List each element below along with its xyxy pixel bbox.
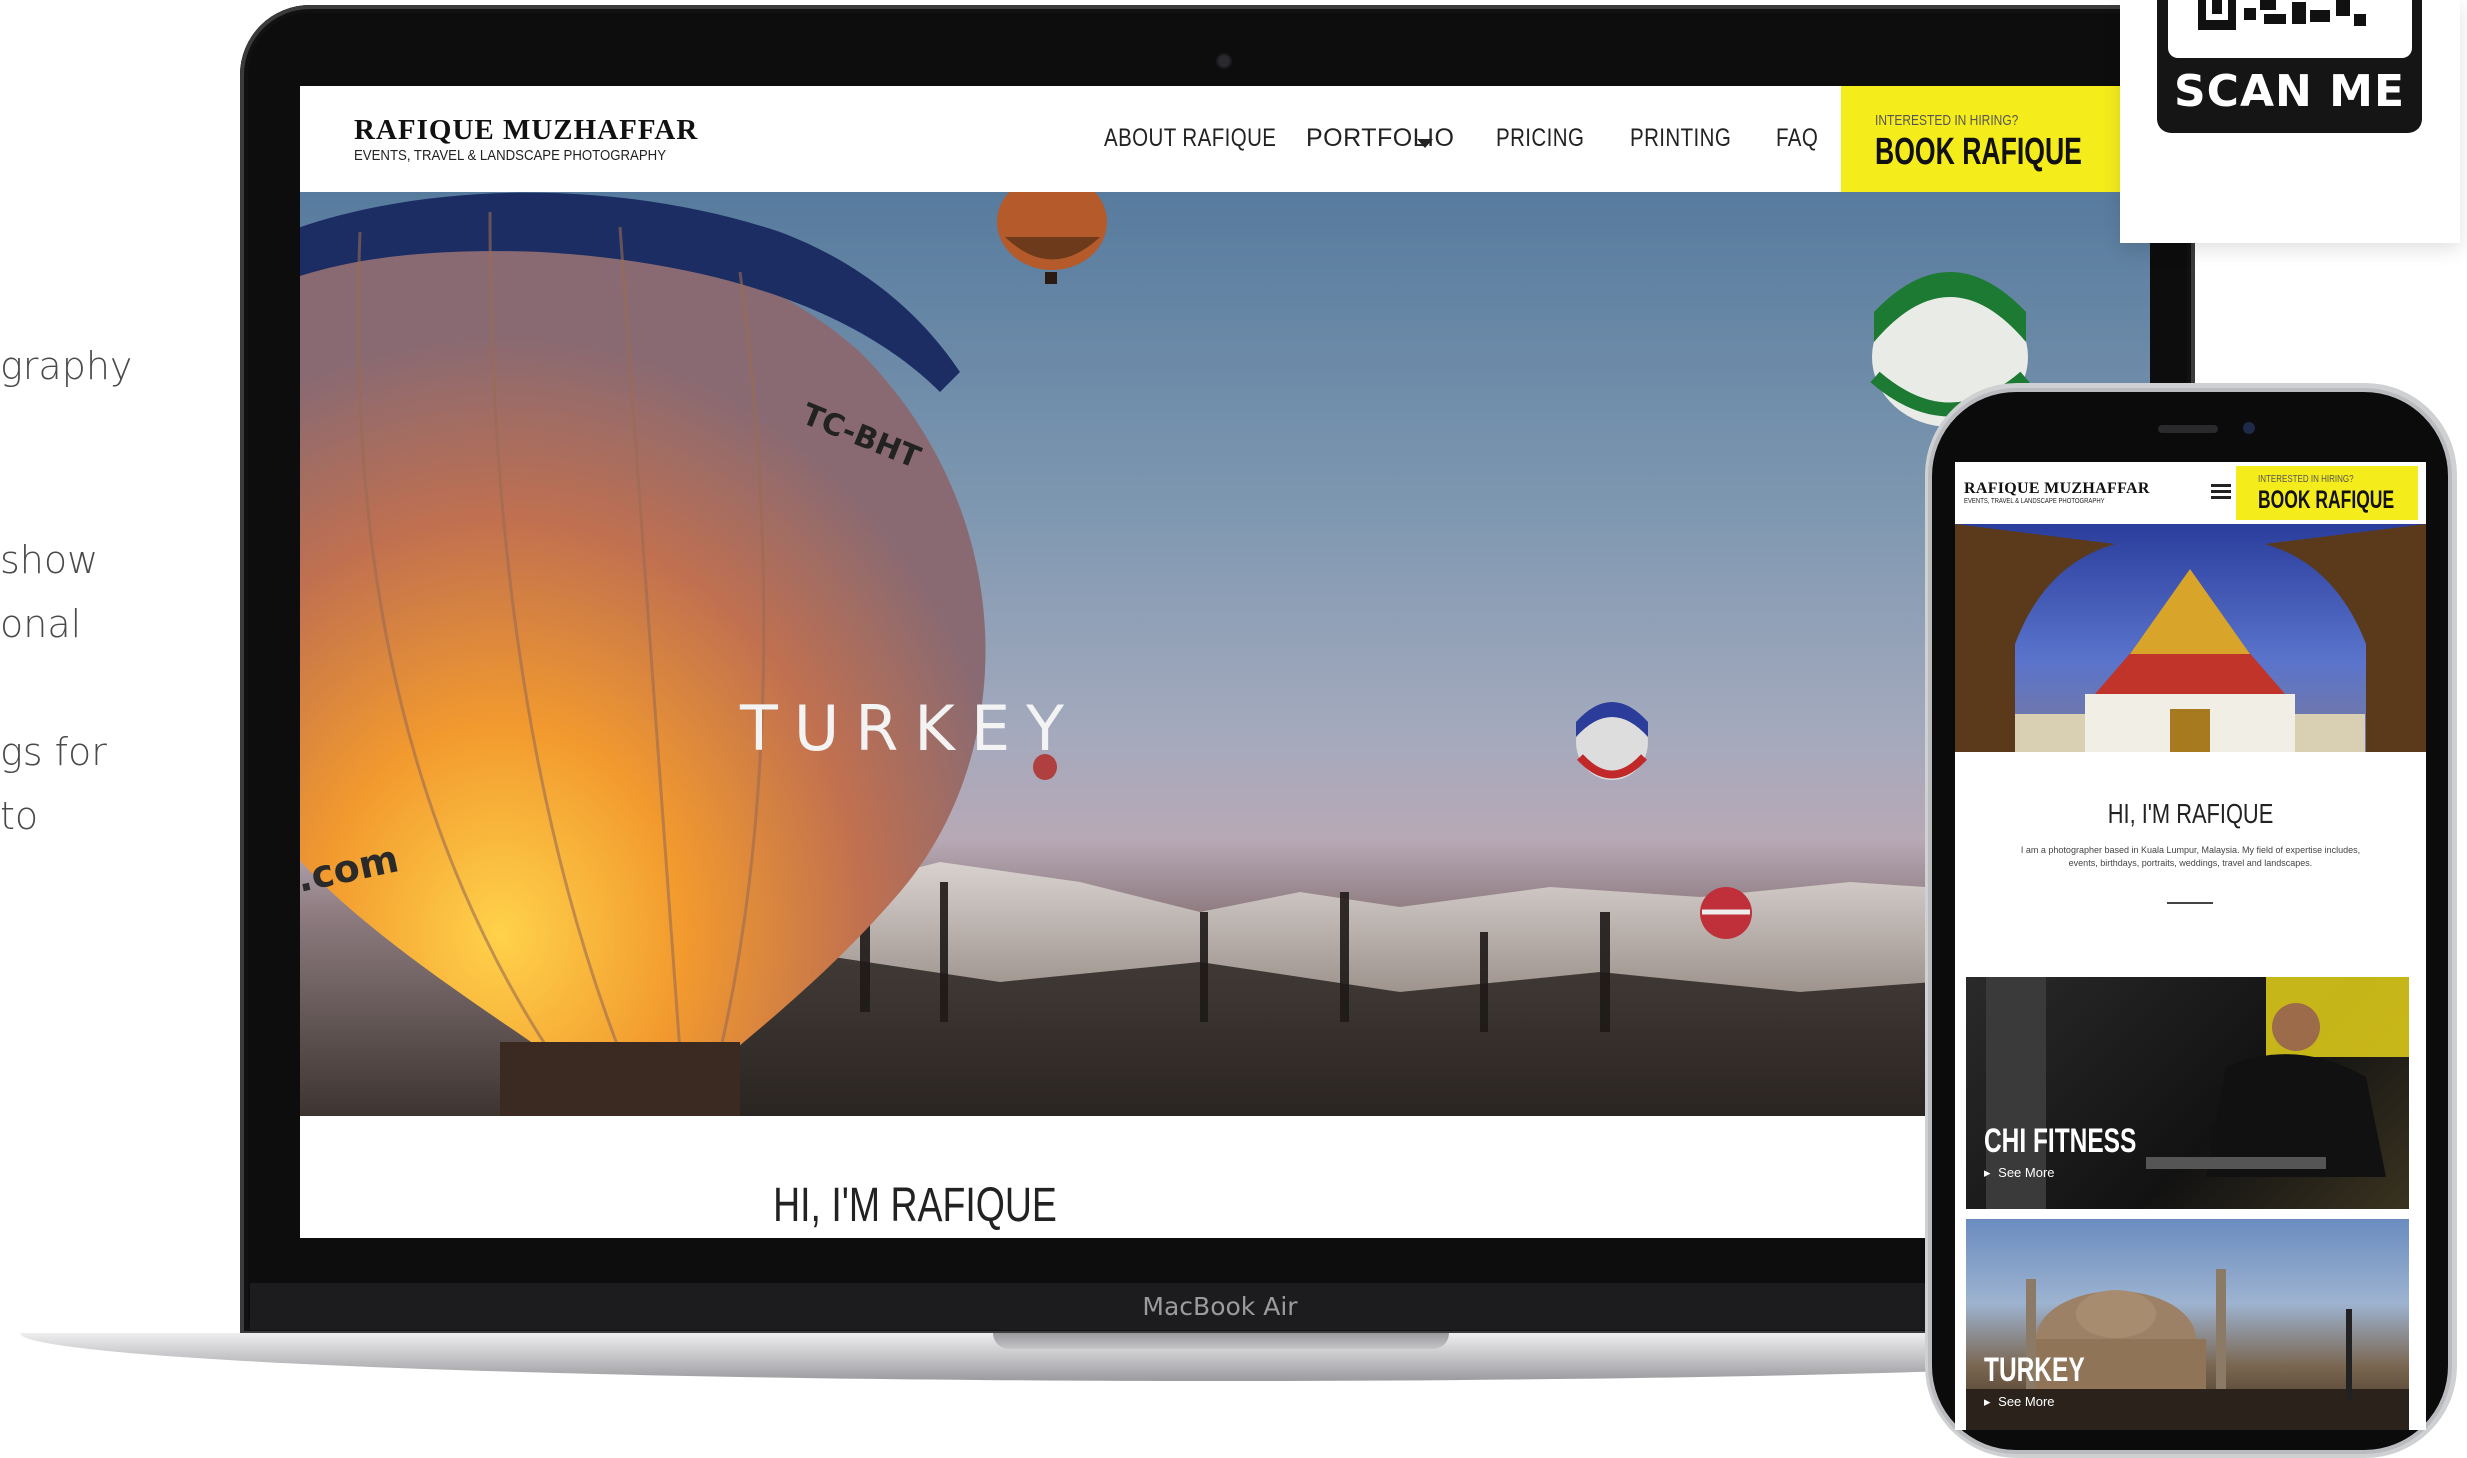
nav-about[interactable]: ABOUT RAFIQUE xyxy=(1104,124,1276,153)
book-button-label: BOOK RAFIQUE xyxy=(1875,131,2082,173)
card-link[interactable]: ▸ See More xyxy=(1984,1165,2055,1181)
phone-logo-tagline: EVENTS, TRAVEL & LANDSCAPE PHOTOGRAPHY xyxy=(1964,498,2105,505)
phone-screen: RAFIQUE MUZHAFFAR EVENTS, TRAVEL & LANDS… xyxy=(1955,462,2426,1430)
balloon-red xyxy=(1700,887,1752,939)
phone-hero-image xyxy=(1955,524,2426,752)
laptop-camera xyxy=(1218,55,1230,67)
balloon-top xyxy=(997,192,1107,284)
qr-label: SCAN ME xyxy=(2173,66,2406,117)
hamburger-icon[interactable] xyxy=(2211,484,2231,500)
side-text-line-4: gs for xyxy=(0,730,107,774)
phone-book-button[interactable]: INTERESTED IN HIRING? BOOK RAFIQUE xyxy=(2236,466,2418,520)
hero-balloons-illustration: TC-BHT .com xyxy=(300,192,2150,1116)
balloon-flag xyxy=(1576,702,1648,780)
side-text-line-2: show xyxy=(0,538,99,582)
card-link-label: See More xyxy=(1998,1394,2055,1409)
book-button-kicker: INTERESTED IN HIRING? xyxy=(1875,112,2019,129)
phone-book-label: BOOK RAFIQUE xyxy=(2258,486,2395,514)
side-text-line-5: to xyxy=(0,794,39,838)
play-icon: ▸ xyxy=(1984,1165,1991,1180)
card-link[interactable]: ▸ See More xyxy=(1984,1394,2055,1410)
card-turkey[interactable]: TURKEY ▸ See More xyxy=(1966,1219,2409,1430)
phone-intro-divider xyxy=(2167,902,2213,904)
phone-logo-name: RAFIQUE MUZHAFFAR xyxy=(1964,480,2150,497)
side-text-line-1: graphy xyxy=(0,344,133,388)
logo-name: RAFIQUE MUZHAFFAR xyxy=(354,114,699,146)
phone-book-kicker: INTERESTED IN HIRING? xyxy=(2258,474,2354,485)
card-link-label: See More xyxy=(1998,1165,2055,1180)
laptop-screen: RAFIQUE MUZHAFFAR EVENTS, TRAVEL & LANDS… xyxy=(300,86,2150,1238)
logo-tagline: EVENTS, TRAVEL & LANDSCAPE PHOTOGRAPHY xyxy=(354,147,667,164)
phone-header: RAFIQUE MUZHAFFAR EVENTS, TRAVEL & LANDS… xyxy=(1955,462,2426,524)
side-text-line-3: onal xyxy=(0,602,82,646)
intro-section: HI, I'M RAFIQUE xyxy=(300,1116,2150,1238)
card-title: CHI FITNESS xyxy=(1984,1122,2137,1160)
phone-camera xyxy=(2243,422,2255,434)
hero-image: TC-BHT .com TURKEY xyxy=(300,192,2150,1116)
card-title: TURKEY xyxy=(1984,1351,2085,1389)
card-chi-fitness[interactable]: CHI FITNESS ▸ See More xyxy=(1966,977,2409,1209)
nav-printing[interactable]: PRINTING xyxy=(1630,124,1731,153)
caret-down-icon xyxy=(1417,136,1433,154)
site-logo[interactable]: RAFIQUE MUZHAFFAR EVENTS, TRAVEL & LANDS… xyxy=(354,114,709,164)
laptop-notch xyxy=(993,1333,1449,1349)
nav-portfolio[interactable]: PORTFOLIO xyxy=(1306,124,1455,154)
hero-title: TURKEY xyxy=(739,692,1081,765)
qr-code xyxy=(2168,0,2412,58)
qr-pattern-icon xyxy=(2198,0,2366,30)
book-button[interactable]: INTERESTED IN HIRING? BOOK RAFIQUE xyxy=(1841,86,2121,192)
phone-intro: HI, I'M RAFIQUE I am a photographer base… xyxy=(1955,752,2426,952)
nav-pricing[interactable]: PRICING xyxy=(1496,124,1584,153)
phone-speaker xyxy=(2158,425,2218,433)
site-header: RAFIQUE MUZHAFFAR EVENTS, TRAVEL & LANDS… xyxy=(300,86,2150,192)
play-icon: ▸ xyxy=(1984,1394,1991,1409)
nav-faq[interactable]: FAQ xyxy=(1776,124,1818,153)
phone-logo[interactable]: RAFIQUE MUZHAFFAR EVENTS, TRAVEL & LANDS… xyxy=(1964,480,2150,505)
phone-intro-text: I am a photographer based in Kuala Lumpu… xyxy=(2020,845,2361,868)
temple-illustration xyxy=(1955,524,2426,752)
phone-intro-heading: HI, I'M RAFIQUE xyxy=(2107,798,2274,829)
intro-heading: HI, I'M RAFIQUE xyxy=(773,1179,1057,1232)
